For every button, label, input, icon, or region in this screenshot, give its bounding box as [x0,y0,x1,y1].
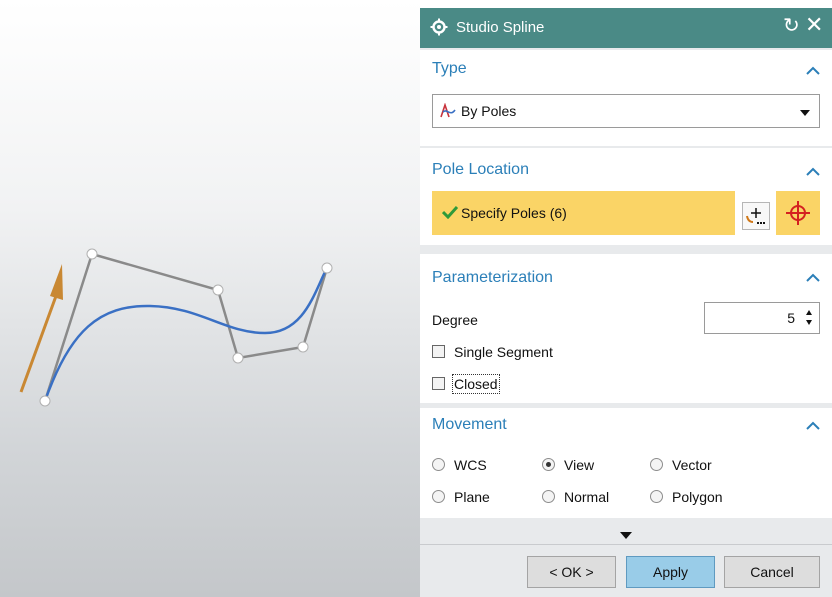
closed-checkbox[interactable]: Closed [432,374,532,394]
pole-handle[interactable] [86,248,98,260]
closed-box[interactable] [432,377,445,390]
radio-wcs-label: WCS [454,457,487,473]
reset-icon[interactable]: ↻ [783,15,800,37]
pole-handle[interactable] [297,341,309,353]
movement-header[interactable]: Movement [432,416,507,434]
pole-handle[interactable] [232,352,244,364]
by-poles-icon [440,103,456,118]
degree-spinner[interactable]: 5 [704,302,820,334]
cancel-button[interactable]: Cancel [724,556,820,588]
movement-section: Movement WCS View Vector Plane Normal Po… [420,408,832,518]
dialog-title-bar[interactable]: Studio Spline ↻ ✕ [420,8,832,48]
radio-plane-circle[interactable] [432,490,445,503]
spin-down-icon[interactable] [806,320,812,325]
specify-poles-label: Specify Poles (6) [461,205,567,221]
graphics-viewport[interactable] [0,0,420,597]
radio-selected-dot [546,462,551,467]
chevron-down-icon [800,110,810,116]
radio-wcs-circle[interactable] [432,458,445,471]
radio-normal-circle[interactable] [542,490,555,503]
single-segment-box[interactable] [432,345,445,358]
radio-polygon-label: Polygon [672,489,723,505]
radio-view-circle[interactable] [542,458,555,471]
type-dropdown[interactable]: By Poles [432,94,820,128]
specify-poles-selector[interactable]: Specify Poles (6) [432,191,735,235]
single-segment-label: Single Segment [454,344,553,360]
chevron-up-icon[interactable] [806,167,820,177]
spline-canvas[interactable] [0,0,420,597]
radio-vector-label: Vector [672,457,712,473]
parameterization-header[interactable]: Parameterization [432,269,553,287]
pole-handle[interactable] [39,395,51,407]
radio-normal-label: Normal [564,489,610,505]
type-dropdown-value: By Poles [461,103,517,119]
radio-view[interactable]: View [542,455,622,475]
radio-plane-label: Plane [454,489,490,505]
dialog-title: Studio Spline [456,19,545,36]
point-dialog-icon [746,208,765,224]
point-snap-button[interactable] [776,191,820,235]
checkmark-icon [442,205,458,219]
parameterization-section: Parameterization Degree 5 Single Segment… [420,254,832,403]
studio-spline-dialog: Studio Spline ↻ ✕ Type By Poles Pole Loc… [420,8,832,597]
gear-icon [430,18,448,36]
spin-up-icon[interactable] [806,310,812,315]
radio-vector-circle[interactable] [650,458,663,471]
spline-curve [43,267,329,402]
close-icon[interactable]: ✕ [805,13,823,37]
degree-label: Degree [432,312,478,328]
chevron-up-icon[interactable] [806,273,820,283]
chevron-up-icon[interactable] [806,421,820,431]
radio-normal[interactable]: Normal [542,487,632,507]
ok-button[interactable]: < OK > [527,556,616,588]
pole-location-header[interactable]: Pole Location [432,161,529,179]
radio-polygon[interactable]: Polygon [650,487,750,507]
pole-location-section: Pole Location Specify Poles (6) [420,148,832,245]
radio-wcs[interactable]: WCS [432,455,512,475]
footer-divider [420,544,832,545]
closed-label: Closed [452,374,500,394]
chevron-up-icon[interactable] [806,66,820,76]
point-dialog-button[interactable] [742,202,770,230]
pole-handle[interactable] [212,284,224,296]
radio-polygon-circle[interactable] [650,490,663,503]
pole-handle[interactable] [321,262,333,274]
point-snap-icon [786,201,810,225]
radio-plane[interactable]: Plane [432,487,522,507]
type-section-header[interactable]: Type [432,60,467,78]
radio-view-label: View [564,457,595,473]
more-options-arrow-icon[interactable] [620,532,632,539]
single-segment-checkbox[interactable]: Single Segment [432,342,582,362]
degree-value[interactable]: 5 [787,310,795,326]
radio-vector[interactable]: Vector [650,455,740,475]
type-section: Type By Poles [420,50,832,146]
apply-button[interactable]: Apply [626,556,715,588]
